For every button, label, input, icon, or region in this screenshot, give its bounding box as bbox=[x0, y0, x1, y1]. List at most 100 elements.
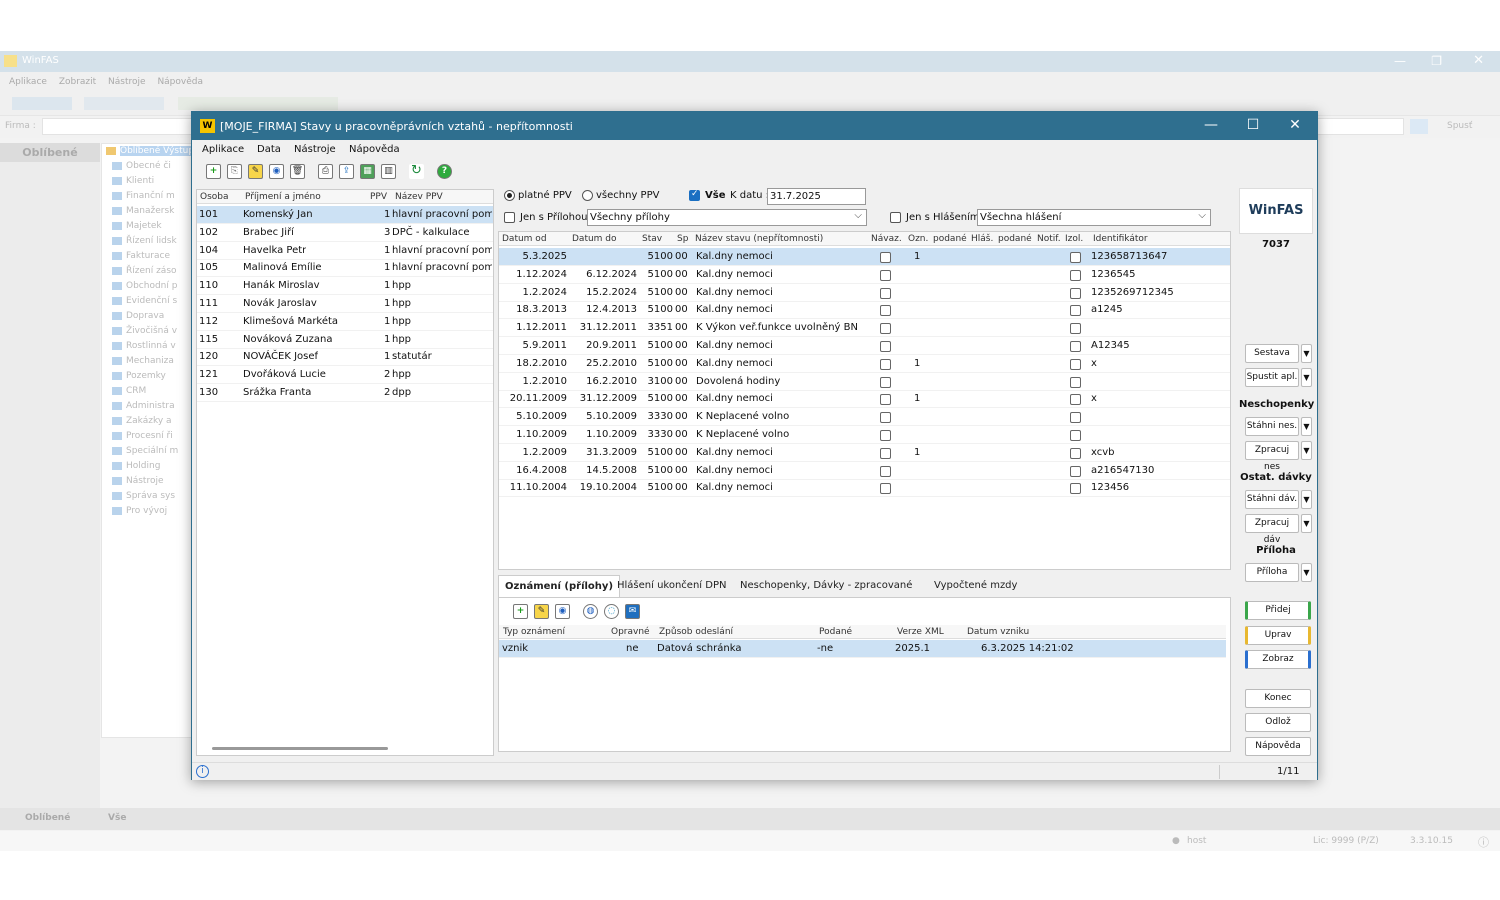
col-verze-xml[interactable]: Verze XML bbox=[897, 625, 944, 638]
col-podane[interactable]: Podané bbox=[819, 625, 852, 638]
zpracuj-dav-dropdown-icon[interactable]: ▼ bbox=[1301, 514, 1312, 533]
navaz-checkbox[interactable] bbox=[880, 412, 891, 424]
delete-icon[interactable]: 🗑 bbox=[290, 164, 305, 179]
zpracuj-nes-dropdown-icon[interactable]: ▼ bbox=[1301, 441, 1312, 460]
izol-checkbox[interactable] bbox=[1070, 483, 1081, 495]
bg-tree-item[interactable]: Administra bbox=[102, 399, 200, 414]
izol-checkbox[interactable] bbox=[1070, 269, 1081, 281]
bg-tree-item[interactable]: Fakturace bbox=[102, 249, 200, 264]
col-zpusob[interactable]: Způsob odeslání bbox=[659, 625, 733, 638]
grid-icon[interactable]: ▦ bbox=[360, 164, 375, 179]
hlaseni-select[interactable]: Všechna hlášení bbox=[977, 209, 1211, 226]
sub-edit-icon[interactable]: ✎ bbox=[534, 604, 549, 619]
bg-tree-item[interactable]: Doprava bbox=[102, 309, 200, 324]
zobraz-button[interactable]: Zobraz bbox=[1245, 650, 1311, 669]
bg-tree-item[interactable]: Manažersk bbox=[102, 204, 200, 219]
odloz-button[interactable]: Odlož bbox=[1245, 713, 1311, 732]
bg-menu-zobrazit[interactable]: Zobrazit bbox=[59, 77, 96, 87]
table-row[interactable]: 11.10.2004 19.10.2004 5100 00 Kal.dny nemoci… bbox=[499, 479, 1230, 498]
bg-tree-item[interactable]: Pro vývoj bbox=[102, 504, 200, 519]
table-row[interactable]: 5.9.2011 20.9.2011 5100 00 Kal.dny nemoci A12… bbox=[499, 337, 1230, 355]
table-row[interactable]: 111 Novák Jaroslav 1 hpp bbox=[197, 295, 493, 313]
stahni-nes-dropdown-icon[interactable]: ▼ bbox=[1301, 417, 1312, 436]
izol-checkbox[interactable] bbox=[1070, 430, 1081, 441]
info-icon[interactable]: i bbox=[196, 765, 209, 778]
print-icon[interactable]: ⎙ bbox=[318, 164, 333, 179]
minimize-icon[interactable]: — bbox=[1196, 117, 1226, 133]
table-row[interactable]: 130 Srážka Franta 2 dpp bbox=[197, 384, 493, 402]
bg-minimize-icon[interactable]: — bbox=[1394, 54, 1406, 68]
bg-restore-icon[interactable]: ❐ bbox=[1431, 54, 1442, 68]
bg-tree-item[interactable]: Řízení lidsk bbox=[102, 234, 200, 249]
table-row[interactable]: 121 Dvořáková Lucie 2 hpp bbox=[197, 366, 493, 385]
izol-checkbox[interactable] bbox=[1070, 394, 1081, 406]
bg-tree-item[interactable]: Řízení záso bbox=[102, 264, 200, 279]
copy-icon[interactable]: ⎘ bbox=[227, 164, 242, 179]
table-row[interactable]: 18.3.2013 12.4.2013 5100 00 Kal.dny nemoci a1… bbox=[499, 301, 1230, 320]
priloha-button[interactable]: Příloha bbox=[1245, 563, 1299, 582]
col-hlas[interactable]: Hláš. bbox=[971, 232, 993, 245]
izol-checkbox[interactable] bbox=[1070, 358, 1081, 370]
col-identifikator[interactable]: Identifikátor bbox=[1093, 232, 1148, 245]
table-row[interactable]: 1.2.2024 15.2.2024 5100 00 Kal.dny nemoci 123… bbox=[499, 284, 1230, 302]
maximize-icon[interactable]: ☐ bbox=[1238, 117, 1268, 133]
table-row[interactable]: 112 Klimešová Markéta 1 hpp bbox=[197, 313, 493, 331]
navaz-checkbox[interactable] bbox=[880, 269, 891, 281]
sub-mail-icon[interactable]: ✉ bbox=[625, 604, 640, 619]
sestava-dropdown-icon[interactable]: ▼ bbox=[1301, 344, 1312, 363]
table-row[interactable]: 104 Havelka Petr 1 hlavní pracovní pom bbox=[197, 242, 493, 260]
pridej-button[interactable]: Přidej bbox=[1245, 601, 1311, 620]
vse-checkbox[interactable] bbox=[689, 189, 700, 201]
sub-globe-refresh-icon[interactable]: ◌ bbox=[604, 604, 619, 619]
bg-tree-item[interactable]: Finanční m bbox=[102, 189, 200, 204]
izol-checkbox[interactable] bbox=[1070, 376, 1081, 388]
izol-checkbox[interactable] bbox=[1070, 465, 1081, 477]
radio-platne-ppv[interactable] bbox=[504, 190, 515, 201]
col-typ-oznameni[interactable]: Typ oznámení bbox=[503, 625, 565, 638]
zpracuj-dav-button[interactable]: Zpracuj dáv bbox=[1245, 514, 1299, 545]
add-icon[interactable]: + bbox=[206, 164, 221, 179]
izol-checkbox[interactable] bbox=[1070, 252, 1081, 263]
navaz-checkbox[interactable] bbox=[880, 447, 891, 459]
navaz-checkbox[interactable] bbox=[880, 323, 891, 335]
navaz-checkbox[interactable] bbox=[880, 483, 891, 495]
izol-checkbox[interactable] bbox=[1070, 412, 1081, 424]
izol-checkbox[interactable] bbox=[1070, 287, 1081, 299]
bg-tree-selected[interactable]: Oblíbené Výstupy bbox=[102, 144, 200, 159]
bg-tree-item[interactable]: Klienti bbox=[102, 174, 200, 189]
izol-checkbox[interactable] bbox=[1070, 323, 1081, 335]
menu-napoveda[interactable]: Nápověda bbox=[349, 144, 400, 155]
close-icon[interactable]: ✕ bbox=[1280, 117, 1310, 133]
table-row[interactable]: 1.2.2010 16.2.2010 3100 00 Dovolená hodiny bbox=[499, 373, 1230, 391]
menu-aplikace[interactable]: Aplikace bbox=[202, 144, 244, 155]
col-izol[interactable]: Izol. bbox=[1065, 232, 1083, 245]
persons-grid-scrollbar[interactable] bbox=[212, 747, 388, 750]
navaz-checkbox[interactable] bbox=[880, 376, 891, 388]
izol-checkbox[interactable] bbox=[1070, 305, 1081, 317]
navaz-checkbox[interactable] bbox=[880, 252, 891, 263]
jen-prilohou-checkbox[interactable] bbox=[504, 212, 515, 223]
priloha-dropdown-icon[interactable]: ▼ bbox=[1301, 563, 1312, 582]
col-navaz[interactable]: Návaz. bbox=[871, 232, 902, 245]
navaz-checkbox[interactable] bbox=[880, 341, 891, 352]
table-row[interactable]: 1.12.2011 31.12.2011 3351 00 K Výkon veř.fun… bbox=[499, 319, 1230, 338]
prilohy-select[interactable]: Všechny přílohy bbox=[587, 209, 867, 226]
bg-menu-nastroje[interactable]: Nástroje bbox=[108, 77, 146, 87]
tab-neschopenky[interactable]: Neschopenky, Dávky - zpracované bbox=[734, 575, 918, 597]
col-ozn[interactable]: Ozn. bbox=[908, 232, 928, 245]
col-osoba[interactable]: Osoba bbox=[200, 190, 229, 203]
tab-hlaseni-dpn[interactable]: Hlášení ukončení DPN bbox=[611, 575, 732, 597]
refresh-icon[interactable]: ↻ bbox=[409, 164, 424, 179]
columns-icon[interactable]: ▥ bbox=[381, 164, 396, 179]
bg-spust-button[interactable]: Spusť bbox=[1447, 121, 1472, 131]
bg-close-icon[interactable]: ✕ bbox=[1473, 53, 1484, 68]
sub-view-icon[interactable]: ◉ bbox=[555, 604, 570, 619]
table-row[interactable]: 5.10.2009 5.10.2009 3330 00 K Neplacené voln… bbox=[499, 408, 1230, 427]
sestava-button[interactable]: Sestava bbox=[1245, 344, 1299, 363]
spustit-apl-button[interactable]: Spustit apl. bbox=[1245, 368, 1299, 387]
col-datum-od[interactable]: Datum od bbox=[502, 232, 547, 245]
bg-menu-napoveda[interactable]: Nápověda bbox=[157, 77, 203, 87]
table-row[interactable]: 110 Hanák Miroslav 1 hpp bbox=[197, 277, 493, 296]
table-row[interactable]: 16.4.2008 14.5.2008 5100 00 Kal.dny nemoci a2… bbox=[499, 462, 1230, 480]
k-datu-input[interactable]: 31.7.2025 bbox=[767, 188, 866, 205]
